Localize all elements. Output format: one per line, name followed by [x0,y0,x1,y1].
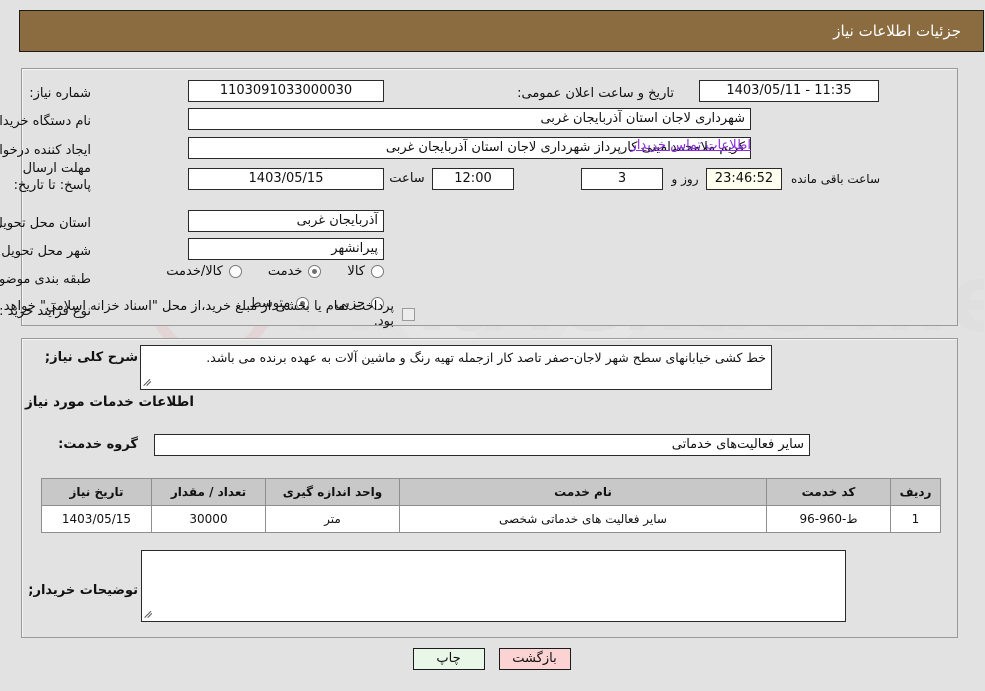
resize-grip-icon [145,377,155,387]
delivery-city-label: شهر محل تحویل: [0,243,92,259]
delivery-province-label: استان محل تحویل: [0,215,92,231]
radio-category-2[interactable] [229,265,243,278]
buyer-notes-label: توضیحات خریدار; [29,583,139,598]
th-service-code: کد خدمت [767,478,892,506]
buyer-notes-box [142,550,847,622]
need-number-field: 1103091033000030 [189,80,385,102]
delivery-province-field: آذربایجان غربی [189,210,385,232]
cell-service-name: سایر فعالیت های خدماتی شخصی [400,505,768,533]
radio-category-0[interactable] [372,265,385,278]
cell-unit: متر [266,505,401,533]
buyer-org-field: شهرداری لاجان استان آذربایجان غربی [189,108,752,130]
response-deadline-label: مهلت ارسال پاسخ: تا تاریخ: [14,161,92,193]
need-description-text: خط کشی خیابانهای سطح شهر لاجان-صفر تاصد … [207,350,767,365]
need-summary-panel [22,68,959,326]
services-info-heading: اطلاعات خدمات مورد نیاز [25,394,195,410]
table-header-row: ردیف کد خدمت نام خدمت واحد اندازه گیری ت… [42,478,942,506]
buyer-contact-link[interactable]: اطلاعات تماس خریدار [632,138,752,153]
th-row-no: ردیف [891,478,942,506]
cell-quantity: 30000 [152,505,267,533]
cell-row-no: 1 [891,505,942,533]
radio-category-label-2: کالا/خدمت [167,264,224,279]
cell-need-date: 1403/05/15 [42,505,153,533]
cell-service-code: ط-960-96 [767,505,892,533]
need-description-label: شرح کلی نیاز; [45,350,139,365]
day-and-label: روز و [672,172,700,186]
page-title: جزئیات اطلاعات نیاز [834,22,962,40]
deadline-date-field: 1403/05/15 [189,168,385,190]
footer-actions: بازگشت چاپ [0,648,985,670]
countdown-timer-field: 23:46:52 [707,168,783,190]
subject-category-radio-group[interactable]: کالا خدمت کالا/خدمت [167,264,385,279]
announce-datetime-label: تاریخ و ساعت اعلان عمومی: [518,85,675,101]
buyer-notes-text [143,551,846,557]
back-button[interactable]: بازگشت [499,648,572,670]
subject-category-label: طبقه بندی موضوعی: [0,271,92,287]
announce-datetime-field: 1403/05/11 - 11:35 [700,80,880,102]
request-creator-label: ایجاد کننده درخواست: [0,142,92,158]
th-unit: واحد اندازه گیری [266,478,401,506]
deadline-hour-label: ساعت [390,171,426,186]
print-button[interactable]: چاپ [413,648,486,670]
th-quantity: تعداد / مقدار [152,478,267,506]
treasury-bonds-checkbox[interactable] [403,307,416,321]
need-number-label: شماره نیاز: [30,85,92,101]
need-description-box: خط کشی خیابانهای سطح شهر لاجان-صفر تاصد … [141,345,773,390]
days-remaining-field: 3 [582,168,664,190]
services-table: ردیف کد خدمت نام خدمت واحد اندازه گیری ت… [42,478,942,533]
radio-category-1[interactable] [309,265,323,278]
radio-category-label-0: کالا [348,264,366,279]
deadline-time-field: 12:00 [433,168,515,190]
page-root: جزئیات اطلاعات نیاز شماره نیاز: 11030910… [0,0,985,691]
buyer-org-label: نام دستگاه خریدار: [0,113,92,129]
th-need-date: تاریخ نیاز [42,478,153,506]
notes-resize-grip-icon [146,609,156,619]
service-group-field: سایر فعالیت‌های خدماتی [155,434,811,456]
delivery-city-field: پیرانشهر [189,238,385,260]
service-group-label: گروه خدمت: [59,437,139,452]
table-row: 1 ط-960-96 سایر فعالیت های خدماتی شخصی م… [42,505,942,533]
th-service-name: نام خدمت [400,478,768,506]
page-title-bar: جزئیات اطلاعات نیاز [20,10,985,52]
hours-remaining-label: ساعت باقی مانده [791,172,881,186]
radio-category-label-1: خدمت [268,264,304,279]
treasury-bonds-text: پرداخت تمام یا بخشی از مبلغ خرید،از محل … [4,299,395,329]
treasury-bonds-row[interactable]: پرداخت تمام یا بخشی از مبلغ خرید،از محل … [0,299,416,329]
